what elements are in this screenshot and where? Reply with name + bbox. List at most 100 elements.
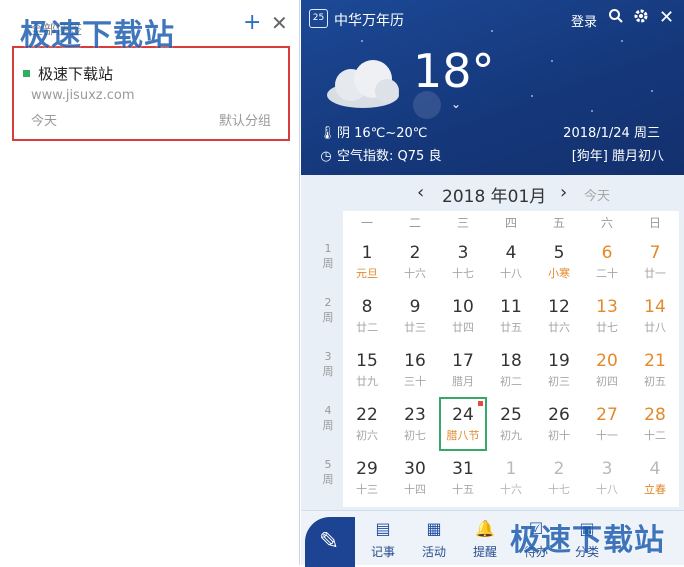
lunar-day: 初三 <box>548 375 570 388</box>
lunar-day: 初二 <box>500 375 522 388</box>
thermometer-icon: 🌡 <box>319 126 336 141</box>
day-cell[interactable]: 16 三十 <box>391 343 439 397</box>
toolbar-calendar-button[interactable]: ▦ 活动 <box>414 519 454 560</box>
month-label[interactable]: 2018 年01月 <box>442 182 546 207</box>
day-cell[interactable]: 8 廿二 <box>343 289 391 343</box>
day-cell[interactable]: 1 元旦 <box>343 235 391 289</box>
date-text: 2018/1/24 <box>563 126 630 141</box>
day-cell[interactable]: 4 立春 <box>631 451 679 505</box>
search-icon[interactable] <box>608 8 624 29</box>
weekday-header: 三 <box>456 216 469 230</box>
toolbar-bell-button[interactable]: 🔔 提醒 <box>465 519 505 560</box>
day-cell[interactable]: 11 廿五 <box>487 289 535 343</box>
note-color-marker <box>23 70 30 77</box>
day-cell[interactable]: 13 廿七 <box>583 289 631 343</box>
day-cell[interactable]: 2 十六 <box>391 235 439 289</box>
day-number: 4 <box>649 459 661 479</box>
day-cell[interactable]: 27 十一 <box>583 397 631 451</box>
aqi-label: 空气指数: <box>337 149 394 164</box>
day-cell[interactable]: 26 初十 <box>535 397 583 451</box>
next-month-button[interactable]: › <box>560 182 567 203</box>
weather-condition: 🌡阴 16℃~20℃ <box>319 122 427 141</box>
lunar-day: 十六 <box>404 267 426 280</box>
day-number: 3 <box>601 459 613 479</box>
day-cell[interactable]: 2 十七 <box>535 451 583 505</box>
chevron-down-icon[interactable]: ⌄ <box>451 97 461 111</box>
day-cell[interactable]: 31 十五 <box>439 451 487 505</box>
week-number-value: 5 <box>324 458 332 471</box>
day-cell[interactable]: 3 十七 <box>439 235 487 289</box>
day-cell[interactable]: 15 廿九 <box>343 343 391 397</box>
lunar-day: 十五 <box>452 483 474 496</box>
day-cell[interactable]: 18 初二 <box>487 343 535 397</box>
weekday-header: 二 <box>408 216 421 230</box>
day-cell[interactable]: 25 初九 <box>487 397 535 451</box>
today-button[interactable]: 今天 <box>584 185 610 204</box>
day-cell[interactable]: 22 初六 <box>343 397 391 451</box>
day-number: 16 <box>404 351 426 371</box>
close-icon[interactable]: ✕ <box>659 8 674 28</box>
calendar-panel: 25 中华万年历 登录 ✕ 18° ⌄ 🌡阴 16℃~20℃ ◷空气指数: Q <box>301 0 684 567</box>
day-cell[interactable]: 30 十四 <box>391 451 439 505</box>
week-number: 4周 <box>315 403 341 433</box>
toolbar-label: 记事 <box>370 545 395 559</box>
lunar-day: 廿四 <box>452 321 474 334</box>
toolbar-notebook-button[interactable]: ▤ 记事 <box>363 519 403 560</box>
day-number: 9 <box>409 297 421 317</box>
add-note-button[interactable]: + <box>243 12 261 34</box>
weekday-header: 五 <box>552 216 565 230</box>
day-cell[interactable]: 23 初七 <box>391 397 439 451</box>
gear-icon[interactable] <box>633 8 649 29</box>
day-cell[interactable]: 6 二十 <box>583 235 631 289</box>
day-cell[interactable]: 12 廿六 <box>535 289 583 343</box>
day-cell[interactable]: 21 初五 <box>631 343 679 397</box>
toolbar-label: 活动 <box>421 545 446 559</box>
day-number: 28 <box>644 405 666 425</box>
day-number: 1 <box>505 459 517 479</box>
prev-month-button[interactable]: ‹ <box>417 182 424 203</box>
lunar-day: 十八 <box>596 483 618 496</box>
close-icon[interactable]: ✕ <box>271 12 288 34</box>
day-number: 5 <box>553 243 565 263</box>
day-cell[interactable]: 9 廿三 <box>391 289 439 343</box>
day-cell[interactable]: 20 初四 <box>583 343 631 397</box>
weekday-header: 四 <box>504 216 517 230</box>
day-cell[interactable]: 7 廿一 <box>631 235 679 289</box>
aqi-level: 良 <box>428 149 442 164</box>
day-cell[interactable]: 5 小寒 <box>535 235 583 289</box>
login-button[interactable]: 登录 <box>571 11 597 30</box>
day-number: 1 <box>361 243 373 263</box>
day-cell[interactable]: 10 廿四 <box>439 289 487 343</box>
lunar-day: 廿八 <box>644 321 666 334</box>
day-cell[interactable]: 17 腊月 <box>439 343 487 397</box>
note-card[interactable]: 极速下载站 www.jisuxz.com 今天 默认分组 <box>12 46 290 141</box>
day-number: 4 <box>505 243 517 263</box>
lunar-day: 初四 <box>596 375 618 388</box>
day-cell[interactable]: 14 廿八 <box>631 289 679 343</box>
lunar-day: 廿九 <box>356 375 378 388</box>
lunar-day: 初九 <box>500 429 522 442</box>
week-number-value: 3 <box>324 350 332 363</box>
day-cell[interactable]: 4 十八 <box>487 235 535 289</box>
lunar-day: 廿二 <box>356 321 378 334</box>
lunar-day: 二十 <box>596 267 618 280</box>
day-cell[interactable]: 28 十二 <box>631 397 679 451</box>
week-number-value: 2 <box>324 296 332 309</box>
lunar-day: 初十 <box>548 429 570 442</box>
lunar-day: 廿七 <box>596 321 618 334</box>
day-number: 29 <box>356 459 378 479</box>
lunar-day: 初七 <box>404 429 426 442</box>
lunar-day: 小寒 <box>548 267 570 280</box>
month-calendar: ‹ 2018 年01月 › 今天 1周2周3周4周5周 一二三四五六日 1 元旦 2 十… <box>301 175 684 510</box>
lunar-day: 十二 <box>644 429 666 442</box>
watermark: 极速下载站 <box>510 523 665 558</box>
weather-header: 25 中华万年历 登录 ✕ 18° ⌄ 🌡阴 16℃~20℃ ◷空气指数: Q <box>301 0 684 175</box>
day-cell[interactable]: 3 十八 <box>583 451 631 505</box>
day-cell[interactable]: 1 十六 <box>487 451 535 505</box>
day-cell-today[interactable]: 24 腊八节 <box>439 397 487 451</box>
day-cell[interactable]: 29 十三 <box>343 451 391 505</box>
note-content: www.jisuxz.com <box>31 88 135 103</box>
lunar-day: 三十 <box>404 375 426 388</box>
day-cell[interactable]: 19 初三 <box>535 343 583 397</box>
write-note-button[interactable]: ✎ <box>305 517 355 567</box>
